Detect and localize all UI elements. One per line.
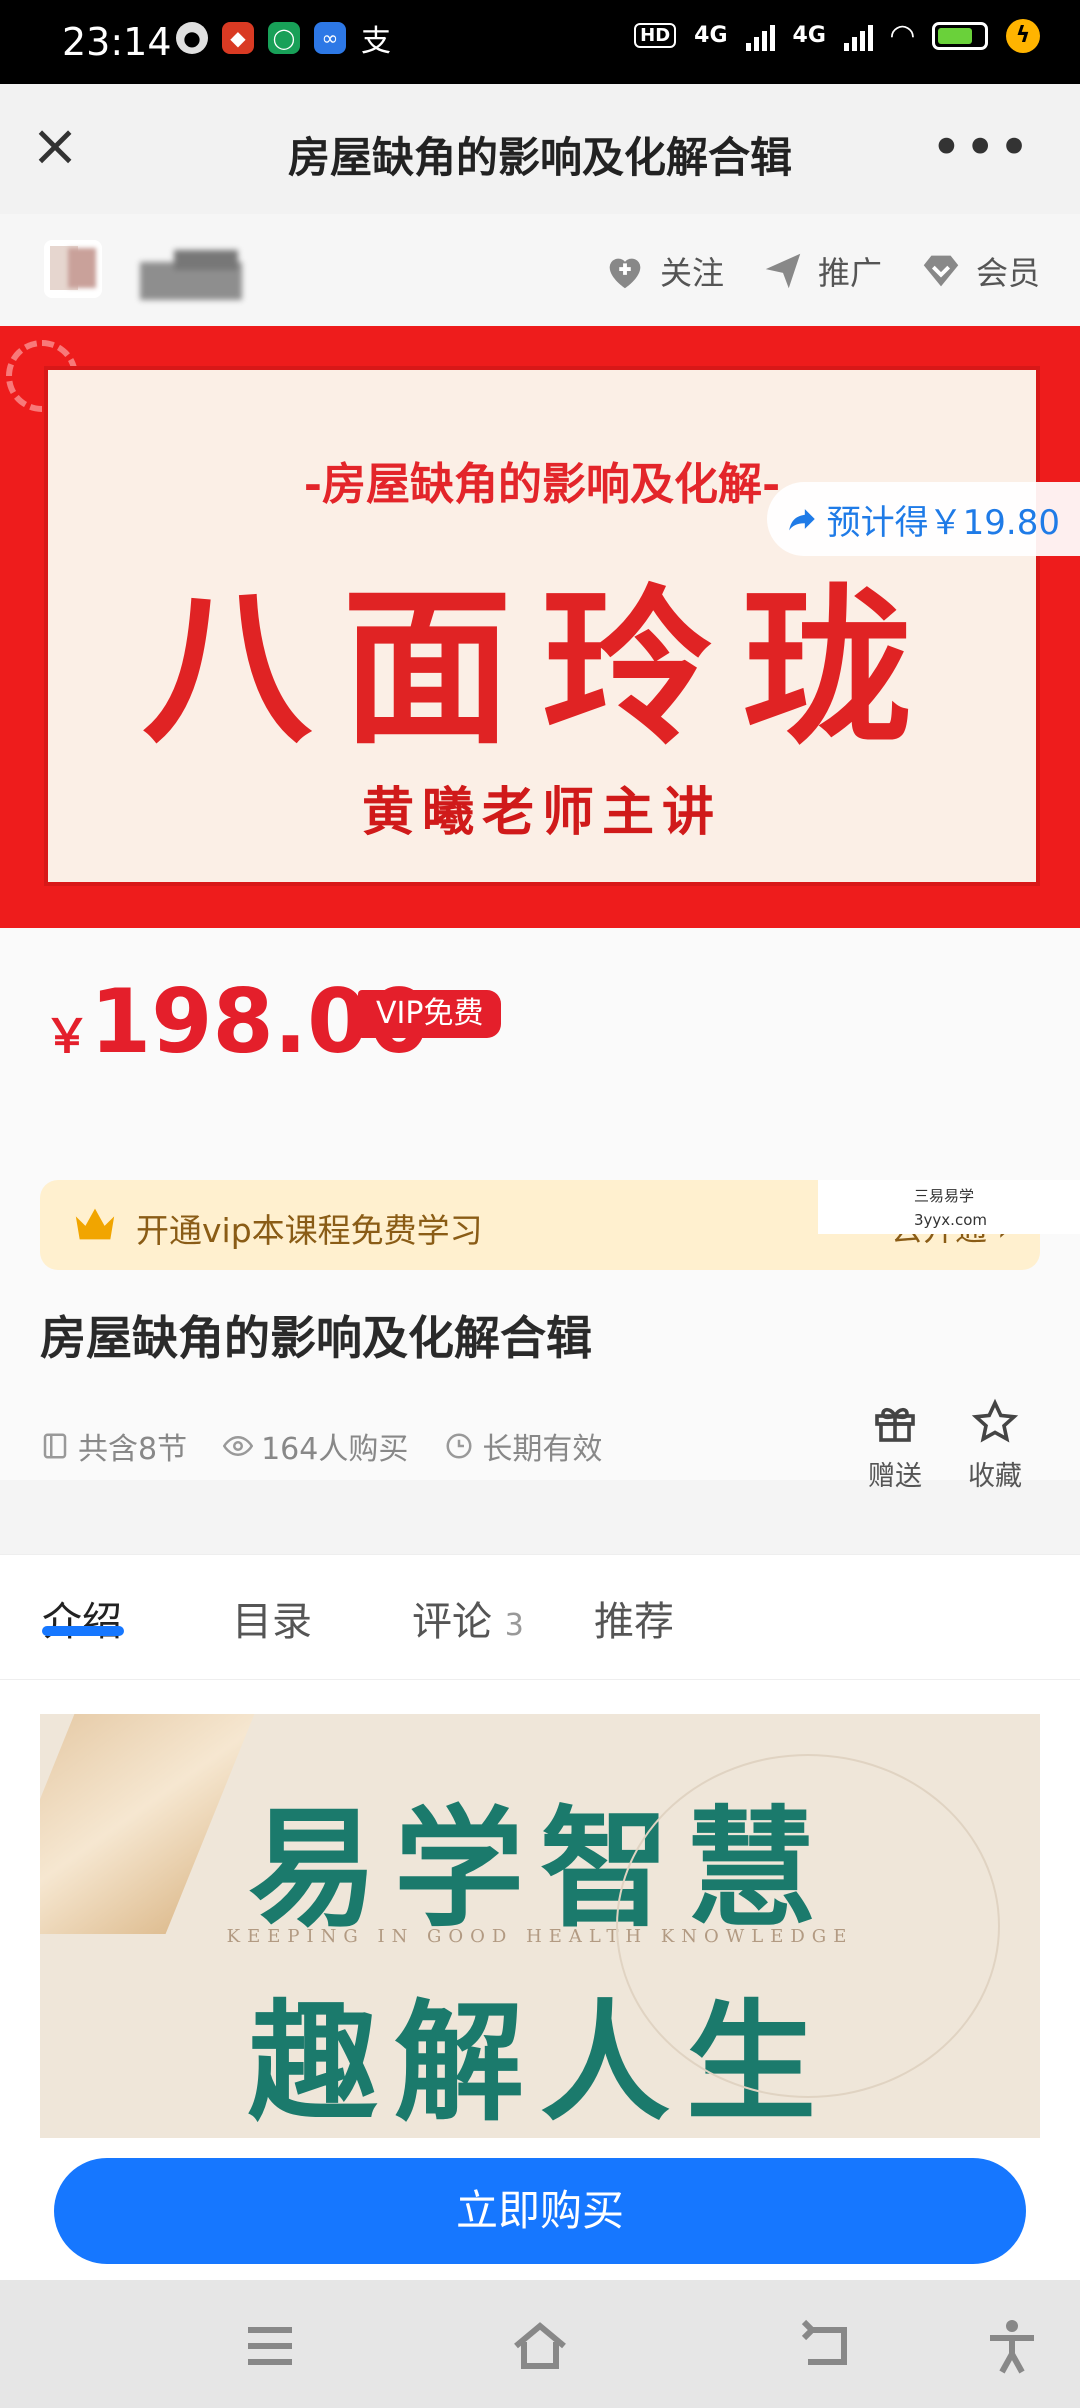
header-actions: 关注 推广 会员 [602,248,1040,294]
buy-bar: 立即购买 [0,2138,1080,2280]
status-indicators: HD 4G 4G ◠ ϟ [634,18,1040,53]
buy-now-button[interactable]: 立即购买 [54,2158,1026,2264]
watermark-line1: 三易易学 [914,1187,975,1205]
vip-free-badge: VIP免费 [358,990,502,1038]
share-arrow-icon [788,509,815,531]
watermark-line2: 3yyx.com [914,1211,987,1229]
charging-icon: ϟ [1006,18,1040,53]
gift-button[interactable]: 赠送 [862,1398,928,1493]
purchase-count: 164人购买 [223,1424,408,1468]
intro-content: 易学智慧 KEEPING IN GOOD HEALTH KNOWLEDGE 趣解… [0,1680,1080,2138]
author-row: 关注 推广 会员 [0,214,1080,326]
notification-icons: ● ◆ ◯ ∞ 支 [176,22,392,59]
purchase-text: 164人购买 [261,1432,409,1467]
network-label-1: 4G [694,23,728,48]
crown-icon [75,1208,115,1240]
tab-comments-label: 评论 [412,1599,492,1645]
price-currency: ￥ [44,1009,90,1063]
system-nav-bar [0,2280,1080,2408]
tab-intro[interactable]: 介绍 [42,1589,122,1647]
banner-headline: 八面玲珑 [141,568,942,768]
gift-icon [875,1407,915,1442]
accessibility-nav-button[interactable] [982,2318,1042,2374]
book-icon [43,1433,67,1459]
tab-catalog[interactable]: 目录 [232,1589,312,1647]
status-time: 23:14 [62,20,172,64]
sections-text: 共含8节 [78,1432,188,1467]
gift-label: 赠送 [868,1461,922,1492]
alipay-icon: 支 [361,24,391,59]
favorite-label: 收藏 [968,1461,1022,1492]
app-blue-icon: ∞ [314,22,346,54]
follow-button[interactable]: 关注 [602,248,724,294]
wechat-icon: ● [176,22,208,54]
hd-label: HD [634,23,677,48]
validity: 长期有效 [444,1424,602,1468]
eye-icon [223,1435,254,1457]
sections-count: 共含8节 [40,1424,187,1468]
send-icon [765,253,801,289]
estimated-earning-text: 预计得￥19.80 [826,502,1060,543]
network-label-2: 4G [792,23,826,48]
favorite-button[interactable]: 收藏 [962,1398,1028,1493]
clock-icon [446,1433,472,1459]
signal-icon [745,21,775,51]
signal-icon-2 [843,21,873,51]
intro-image: 易学智慧 KEEPING IN GOOD HEALTH KNOWLEDGE 趣解… [40,1714,1040,2138]
avatar[interactable] [44,240,102,298]
diamond-icon [923,255,959,287]
heart-plus-icon [609,258,641,289]
star-icon [971,1398,1019,1443]
member-button[interactable]: 会员 [918,248,1040,294]
promote-button[interactable]: 推广 [760,248,882,294]
intro-english: KEEPING IN GOOD HEALTH KNOWLEDGE [226,1926,854,1947]
app-red-icon: ◆ [222,22,254,54]
menu-icon [248,2327,292,2365]
watermark: 三易易学 3yyx.com [818,1180,1080,1234]
tab-comments[interactable]: 评论 3 [412,1589,524,1647]
more-options-button[interactable]: ••• [930,116,1032,179]
active-tab-indicator [42,1626,124,1636]
follow-label: 关注 [659,254,724,292]
accessibility-icon [990,2320,1034,2374]
intro-headline-1: 易学智慧 [247,1793,832,1945]
member-label: 会员 [975,254,1040,292]
page-title: 房屋缺角的影响及化解合辑 [287,133,792,182]
menu-nav-button[interactable] [240,2318,300,2374]
banner-card: -房屋缺角的影响及化解- 八面玲珑 黄曦老师主讲 [44,366,1040,886]
back-icon [801,2319,847,2365]
course-meta: 共含8节 164人购买 长期有效 [40,1424,602,1468]
estimated-earning-pill[interactable]: 预计得￥19.80 [766,482,1080,556]
promote-label: 推广 [817,254,882,292]
content-tabs: 介绍 目录 评论 3 推荐 [0,1554,1080,1680]
course-title: 房屋缺角的影响及化解合辑 [40,1311,592,1365]
tab-recommend[interactable]: 推荐 [594,1589,674,1647]
wifi-icon: ◠ [890,18,914,53]
banner-teacher: 黄曦老师主讲 [361,782,722,843]
vip-promo-text: 开通vip本课程免费学习 [136,1211,483,1250]
home-nav-button[interactable] [510,2318,570,2374]
validity-text: 长期有效 [482,1432,603,1467]
status-bar: 23:14 ● ◆ ◯ ∞ 支 HD 4G 4G ◠ ϟ [0,0,1080,84]
intro-headline-2: 趣解人生 [247,1987,832,2138]
title-bar: × 房屋缺角的影响及化解合辑 ••• [0,84,1080,214]
course-info: ￥198.00 VIP免费 开通vip本课程免费学习 去开通 › 三易易学 3y… [0,928,1080,1492]
back-nav-button[interactable] [796,2318,856,2374]
course-banner: -房屋缺角的影响及化解- 八面玲珑 黄曦老师主讲 预计得￥19.80 [0,326,1080,928]
author-name-blurred [140,250,242,300]
home-icon [514,2322,566,2369]
app-green-icon: ◯ [268,22,300,54]
tab-comments-count: 3 [504,1608,524,1643]
battery-icon [932,21,988,50]
